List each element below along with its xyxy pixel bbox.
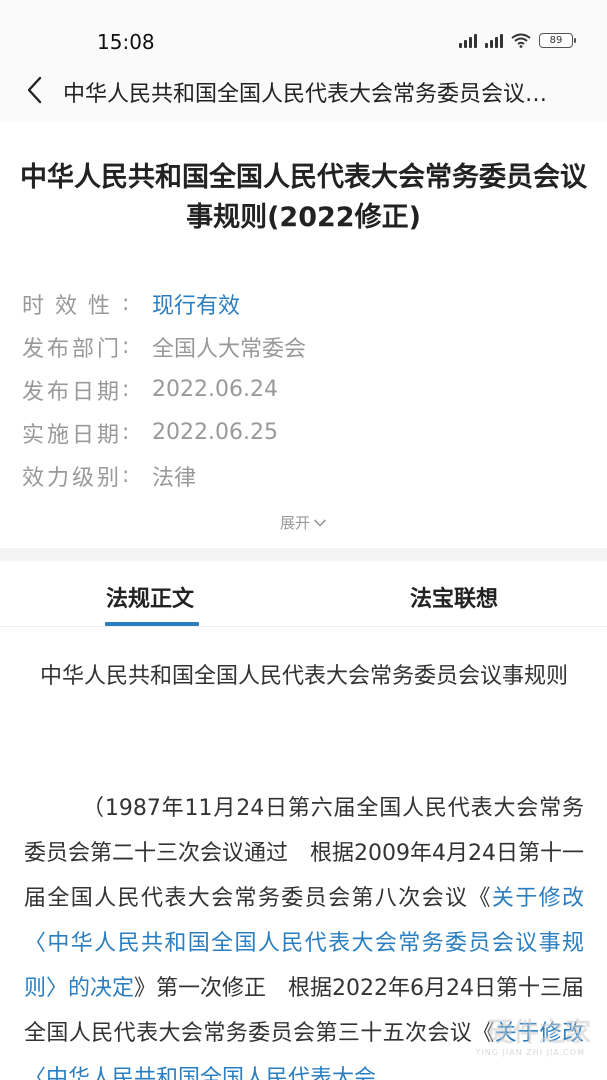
meta-value-department: 全国人大常委会 — [152, 336, 307, 362]
meta-row-level: 效力级别 : 法律 — [22, 454, 582, 497]
meta-label: 效力级别 — [22, 465, 123, 491]
watermark: 硬件之家 YING JIAN ZHI JIA.COM — [441, 1010, 591, 1070]
meta-label: 时效性 — [22, 293, 122, 319]
expand-label: 展开 — [279, 514, 310, 532]
tab-regulation-text[interactable]: 法规正文 — [106, 581, 194, 613]
wifi-icon — [511, 33, 531, 48]
section-divider — [0, 548, 607, 561]
expand-button[interactable]: 展开 — [0, 512, 607, 533]
meta-label: 实施日期 — [22, 422, 123, 448]
chevron-left-icon — [27, 76, 42, 104]
watermark-subtext: YING JIAN ZHI JIA.COM — [475, 1048, 585, 1057]
watermark-text: 硬件之家 — [486, 1018, 591, 1048]
meta-value-level: 法律 — [152, 465, 197, 491]
meta-separator: : — [122, 420, 130, 445]
nav-title: 中华人民共和国全国人民代表大会常务委员会议事规则(2022修正) — [63, 82, 553, 107]
status-icons: 89 — [459, 33, 576, 48]
battery-level: 89 — [549, 35, 563, 46]
document-meta: 时效性 : 现行有效 发布部门 : 全国人大常委会 发布日期 : 2022.06… — [22, 282, 582, 497]
meta-separator: : — [122, 291, 130, 316]
chevron-down-icon — [313, 518, 327, 527]
cellular-signal-2-icon — [485, 33, 503, 48]
tab-active-indicator — [105, 622, 199, 626]
meta-row-validity: 时效性 : 现行有效 — [22, 282, 582, 325]
status-time: 15:08 — [97, 30, 155, 54]
content-heading: 中华人民共和国全国人民代表大会常务委员会议事规则 — [39, 664, 568, 689]
meta-separator: : — [122, 377, 130, 402]
back-button[interactable] — [20, 73, 48, 107]
meta-label: 发布部门 — [22, 336, 123, 362]
meta-row-department: 发布部门 : 全国人大常委会 — [22, 325, 582, 368]
meta-value-validity: 现行有效 — [152, 293, 241, 319]
meta-value-effective-date: 2022.06.25 — [152, 420, 278, 445]
meta-separator: : — [122, 463, 130, 488]
tab-bar: 法规正文 法宝联想 — [0, 561, 607, 627]
cellular-signal-icon — [459, 33, 477, 48]
meta-row-effective-date: 实施日期 : 2022.06.25 — [22, 411, 582, 454]
meta-separator: : — [122, 334, 130, 359]
nav-bar: 中华人民共和国全国人民代表大会常务委员会议事规则(2022修正) — [0, 60, 607, 122]
meta-label: 发布日期 — [22, 379, 123, 405]
status-bar: 15:08 89 — [0, 0, 607, 60]
document-title: 中华人民共和国全国人民代表大会常务委员会议事规则(2022修正) — [20, 162, 587, 233]
tab-fabao-association[interactable]: 法宝联想 — [410, 581, 498, 613]
meta-value-publish-date: 2022.06.24 — [152, 377, 278, 402]
meta-row-publish-date: 发布日期 : 2022.06.24 — [22, 368, 582, 411]
battery-icon: 89 — [539, 33, 576, 48]
